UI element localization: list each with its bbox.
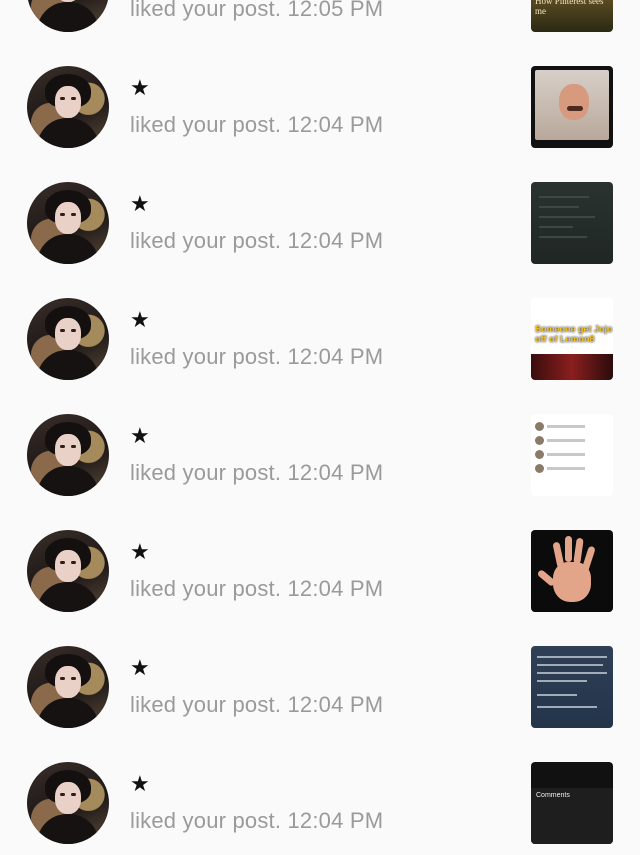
- username-label[interactable]: ★: [130, 193, 150, 217]
- notification-row[interactable]: ★ liked your post. 12:04 PM: [0, 388, 640, 504]
- username-label[interactable]: ★: [130, 425, 150, 449]
- notification-message: liked your post. 12:05 PM: [130, 0, 384, 21]
- post-thumbnail[interactable]: Someone get Jojo off of Lemon8: [531, 298, 613, 380]
- notification-row[interactable]: ★ liked your post. 12:04 PM: [0, 504, 640, 620]
- post-thumbnail[interactable]: [531, 646, 613, 728]
- post-thumbnail[interactable]: Comments: [531, 762, 613, 844]
- notification-message: liked your post. 12:04 PM: [130, 344, 384, 369]
- notification-row[interactable]: ★ liked your post. 12:04 PM: [0, 620, 640, 736]
- post-thumbnail[interactable]: [531, 530, 613, 612]
- notification-row[interactable]: ★ liked your post. 12:04 PM: [0, 40, 640, 156]
- notification-message: liked your post. 12:04 PM: [130, 576, 384, 601]
- avatar[interactable]: [27, 0, 109, 32]
- post-thumbnail[interactable]: [531, 414, 613, 496]
- notification-row[interactable]: ★ liked your post. 12:04 PM: [0, 156, 640, 272]
- notification-message: liked your post. 12:04 PM: [130, 692, 384, 717]
- thumbnail-caption: Someone get Jojo off of Lemon8: [535, 324, 613, 344]
- thumbnail-caption: Comments: [536, 792, 570, 799]
- avatar[interactable]: [27, 298, 109, 380]
- thumbnail-caption: How Pinterest sees me: [535, 0, 604, 16]
- username-label[interactable]: ★: [130, 541, 150, 565]
- username-label[interactable]: ★: [130, 309, 150, 333]
- avatar[interactable]: [27, 414, 109, 496]
- notification-row[interactable]: ★ liked your post. 12:05 PM How Pinteres…: [0, 0, 640, 40]
- notification-message: liked your post. 12:04 PM: [130, 112, 384, 137]
- post-thumbnail[interactable]: [531, 182, 613, 264]
- avatar[interactable]: [27, 66, 109, 148]
- username-label[interactable]: ★: [130, 77, 150, 101]
- notification-message: liked your post. 12:04 PM: [130, 228, 384, 253]
- notification-list: ★ liked your post. 12:05 PM How Pinteres…: [0, 0, 640, 852]
- notification-message: liked your post. 12:04 PM: [130, 460, 384, 485]
- username-label[interactable]: ★: [130, 657, 150, 681]
- avatar[interactable]: [27, 530, 109, 612]
- post-thumbnail[interactable]: How Pinterest sees me: [531, 0, 613, 32]
- notification-row[interactable]: ★ liked your post. 12:04 PM Someone get …: [0, 272, 640, 388]
- username-label[interactable]: ★: [130, 773, 150, 797]
- notification-message: liked your post. 12:04 PM: [130, 808, 384, 833]
- avatar[interactable]: [27, 762, 109, 844]
- post-thumbnail[interactable]: [531, 66, 613, 148]
- avatar[interactable]: [27, 182, 109, 264]
- avatar[interactable]: [27, 646, 109, 728]
- notification-row[interactable]: ★ liked your post. 12:04 PM Comments: [0, 736, 640, 852]
